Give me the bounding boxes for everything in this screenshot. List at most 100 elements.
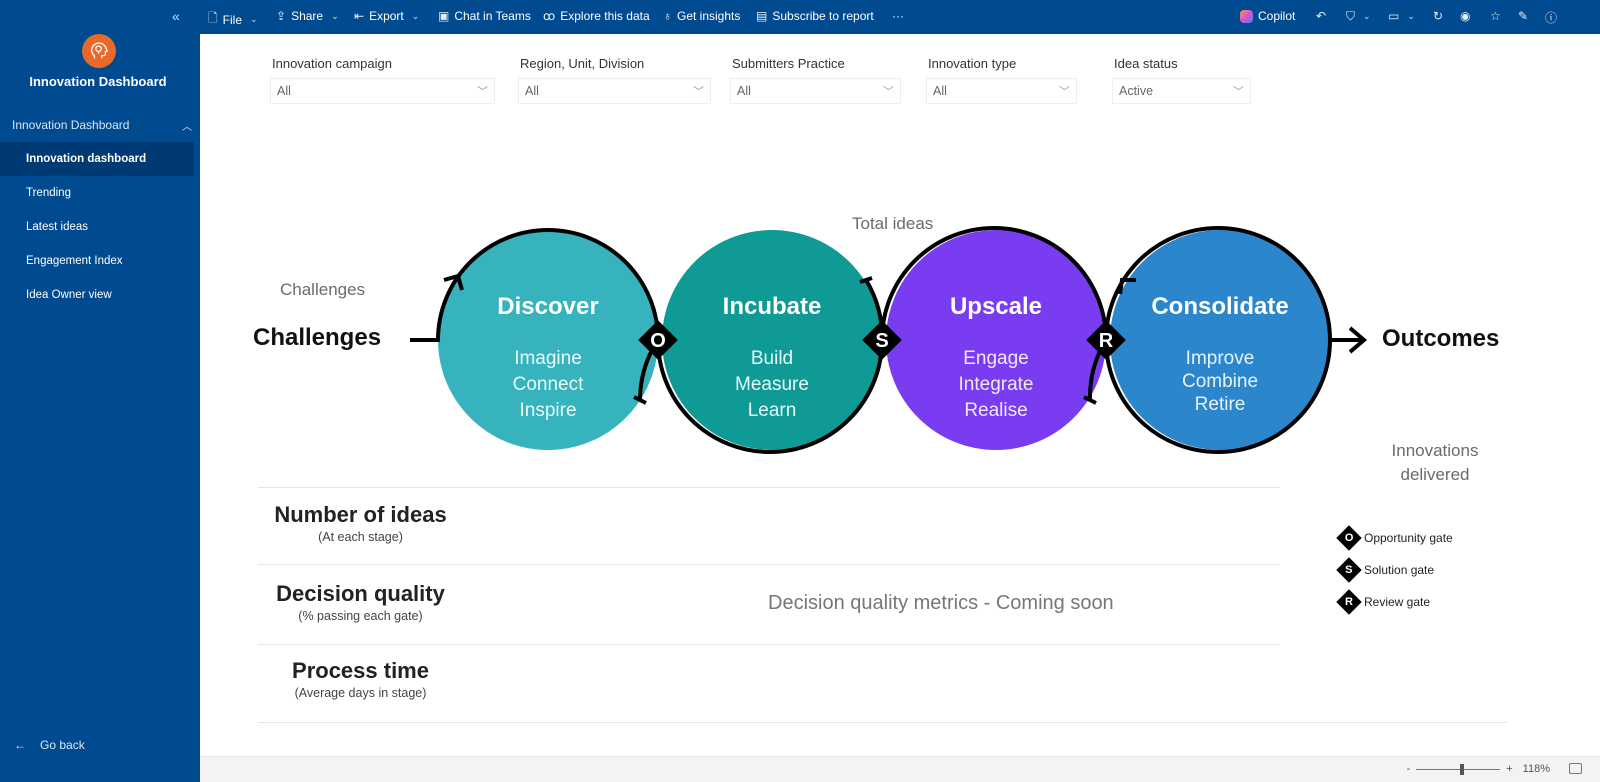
undo-icon: ↶ bbox=[1316, 9, 1327, 23]
gate-r-letter: R bbox=[1099, 330, 1114, 352]
favorite-button[interactable]: ☆ bbox=[1490, 9, 1501, 23]
zoom-out-button[interactable]: - bbox=[1407, 763, 1411, 775]
arrow-left-icon: ← bbox=[14, 738, 26, 752]
stage-line: Inspire bbox=[519, 400, 576, 421]
chat-in-teams-label: Chat in Teams bbox=[454, 9, 531, 23]
refresh-icon: ↻ bbox=[1433, 9, 1444, 23]
legend-label: Review gate bbox=[1364, 595, 1431, 609]
copilot-label: Copilot bbox=[1258, 9, 1296, 23]
stage-line: Build bbox=[751, 348, 793, 369]
report-canvas: Innovation campaign All ﹀ Region, Unit, D… bbox=[200, 34, 1600, 782]
stage-line: Imagine bbox=[514, 348, 582, 369]
metric-title: Decision quality bbox=[276, 581, 445, 606]
explore-data-button[interactable]: ꝏ Explore this data bbox=[543, 9, 650, 23]
legend-label: Opportunity gate bbox=[1364, 531, 1453, 545]
view-button[interactable]: ▭ ⌄ bbox=[1388, 9, 1415, 23]
go-back-button[interactable]: ← Go back bbox=[14, 738, 85, 752]
legend-item-review: R Review gate bbox=[1336, 586, 1453, 618]
status-bar: - + 118% bbox=[200, 756, 1600, 782]
binoculars-icon: ꝏ bbox=[543, 9, 556, 23]
legend-item-solution: S Solution gate bbox=[1336, 554, 1453, 586]
stage-line: Integrate bbox=[959, 374, 1034, 395]
stage-title-upscale: Upscale bbox=[950, 293, 1042, 320]
collapse-nav-button[interactable]: « bbox=[172, 8, 180, 24]
divider bbox=[258, 644, 1280, 645]
refresh-button[interactable]: ↻ bbox=[1433, 9, 1443, 23]
nav-section-label: Innovation Dashboard bbox=[12, 118, 130, 132]
stage-line: Retire bbox=[1195, 394, 1246, 415]
sidebar-item-trending[interactable]: Trending bbox=[0, 176, 194, 210]
legend-item-opportunity: O Opportunity gate bbox=[1336, 522, 1453, 554]
gate-letter: O bbox=[1344, 532, 1354, 544]
export-icon: ⇤ bbox=[354, 9, 365, 23]
nav-section-header[interactable]: Innovation Dashboard ︿ bbox=[12, 118, 192, 133]
undo-button[interactable]: ↶ bbox=[1316, 9, 1326, 23]
share-label: Share bbox=[291, 9, 324, 23]
metric-subtitle: (% passing each gate) bbox=[298, 609, 423, 623]
stage-line: Engage bbox=[963, 348, 1029, 369]
gate-letter: S bbox=[1345, 564, 1353, 576]
sidebar-item-latest-ideas[interactable]: Latest ideas bbox=[0, 210, 194, 244]
explore-data-label: Explore this data bbox=[560, 9, 650, 23]
stage-title-discover: Discover bbox=[497, 293, 598, 320]
chat-in-teams-button[interactable]: ▣ Chat in Teams bbox=[438, 9, 531, 23]
subscribe-icon: ▤ bbox=[756, 9, 768, 23]
zoom-control: - + 118% bbox=[1407, 763, 1550, 775]
gate-legend: O Opportunity gate S Solution gate R Review… bbox=[1336, 522, 1453, 618]
copilot-button[interactable]: Copilot bbox=[1240, 9, 1295, 23]
metric-subtitle: (At each stage) bbox=[318, 530, 403, 544]
divider bbox=[258, 487, 1280, 488]
get-insights-label: Get insights bbox=[677, 9, 741, 23]
bookmark-button[interactable]: ⛉ ⌄ bbox=[1346, 9, 1371, 24]
stage-line: Realise bbox=[964, 400, 1027, 421]
sidebar-item-idea-owner-view[interactable]: Idea Owner view bbox=[0, 278, 194, 312]
zoom-in-button[interactable]: + bbox=[1506, 763, 1512, 775]
gate-s-letter: S bbox=[875, 330, 888, 352]
chevron-down-icon: ⌄ bbox=[1363, 11, 1371, 21]
gate-diamond-icon: O bbox=[1336, 525, 1362, 551]
metric-title: Number of ideas bbox=[274, 502, 447, 527]
zoom-slider[interactable] bbox=[1416, 763, 1501, 775]
stage-line: Learn bbox=[748, 400, 797, 421]
metric-decision-quality: Decision quality (% passing each gate) bbox=[258, 581, 463, 623]
comment-button[interactable]: ◉ bbox=[1460, 9, 1470, 23]
sidebar-item-innovation-dashboard[interactable]: Innovation dashboard bbox=[0, 142, 194, 176]
gate-o-letter: O bbox=[650, 330, 666, 352]
info-button[interactable]: ⓘ bbox=[1545, 9, 1557, 26]
get-insights-button[interactable]: ♁ Get insights bbox=[663, 9, 740, 23]
share-menu[interactable]: ⇪ Share ⌄ bbox=[276, 9, 339, 23]
stage-line: Measure bbox=[735, 374, 809, 395]
outcomes-label: Outcomes bbox=[1382, 325, 1500, 352]
more-options-button[interactable]: ··· bbox=[892, 9, 904, 23]
edit-button[interactable]: ✎ bbox=[1518, 9, 1528, 23]
fit-to-page-icon[interactable] bbox=[1569, 763, 1582, 774]
innovation-process-diagram: O S R Discover Imagine Connect Inspire I… bbox=[410, 226, 1368, 454]
chevron-down-icon: ⌄ bbox=[1407, 10, 1415, 21]
divider bbox=[258, 722, 1508, 723]
app-title: Innovation Dashboard bbox=[29, 74, 167, 89]
comment-icon: ◉ bbox=[1460, 9, 1471, 23]
divider bbox=[258, 564, 1280, 565]
subscribe-button[interactable]: ▤ Subscribe to report bbox=[756, 9, 874, 23]
sidebar-item-engagement-index[interactable]: Engagement Index bbox=[0, 244, 194, 278]
export-menu[interactable]: ⇤ Export ⌄ bbox=[354, 9, 419, 23]
gate-diamond-icon: S bbox=[1336, 557, 1362, 583]
stage-line: Connect bbox=[513, 374, 584, 395]
gate-diamond-icon: R bbox=[1336, 589, 1362, 615]
legend-label: Solution gate bbox=[1364, 563, 1435, 577]
challenges-caption: Challenges bbox=[280, 280, 366, 299]
file-label: File bbox=[222, 12, 242, 27]
coming-soon-message: Decision quality metrics - Coming soon bbox=[768, 592, 1114, 614]
file-menu[interactable]: 🗋 File ⌄ bbox=[208, 9, 258, 30]
file-icon: 🗋 bbox=[208, 11, 218, 25]
metric-title: Process time bbox=[292, 658, 429, 683]
top-toolbar: « 🗋 File ⌄ ⇪ Share ⌄ ⇤ Export ⌄ ▣ Chat in Teams… bbox=[0, 0, 1600, 34]
total-ideas-caption: Total ideas bbox=[852, 214, 934, 233]
zoom-slider-thumb[interactable] bbox=[1460, 763, 1465, 775]
zoom-level: 118% bbox=[1522, 763, 1550, 775]
stage-title-consolidate: Consolidate bbox=[1151, 293, 1288, 320]
chevron-up-icon: ︿ bbox=[182, 122, 192, 133]
share-icon: ⇪ bbox=[276, 9, 287, 23]
star-icon: ☆ bbox=[1490, 9, 1501, 23]
view-icon: ▭ bbox=[1388, 9, 1400, 23]
